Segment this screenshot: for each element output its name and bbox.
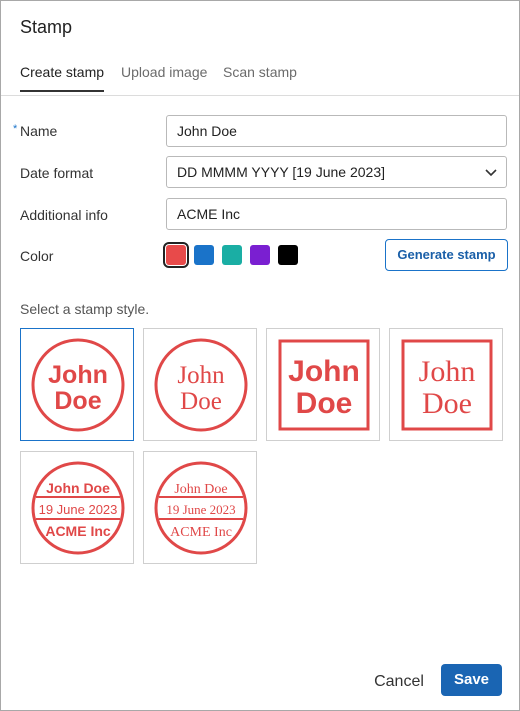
tab-scan-stamp[interactable]: Scan stamp bbox=[223, 64, 297, 90]
cancel-button[interactable]: Cancel bbox=[365, 668, 433, 696]
stamp-detailed-sans-graphic: John Doe 19 June 2023 ACME Inc bbox=[31, 461, 125, 555]
stamp-style-circle-serif[interactable]: John Doe bbox=[143, 328, 257, 441]
stamp-square-sans-graphic: John Doe bbox=[278, 339, 370, 431]
stamp-text-last: Doe bbox=[422, 387, 472, 420]
tab-bar: Create stamp Upload image Scan stamp bbox=[1, 56, 519, 96]
stamp-text-info: ACME Inc bbox=[45, 523, 111, 539]
stamp-style-hint: Select a stamp style. bbox=[20, 301, 150, 317]
stamp-text-first: John bbox=[177, 362, 225, 389]
stamp-style-square-serif[interactable]: John Doe bbox=[389, 328, 503, 441]
stamp-text-info: ACME Inc bbox=[170, 525, 232, 540]
stamp-square-serif-graphic: John Doe bbox=[401, 339, 493, 431]
stamp-text-last: Doe bbox=[296, 387, 353, 420]
additional-info-label: Additional info bbox=[20, 207, 108, 223]
stamp-text-first: John bbox=[48, 361, 108, 389]
date-format-value: DD MMMM YYYY [19 June 2023] bbox=[177, 164, 386, 180]
color-swatch-2[interactable] bbox=[222, 245, 242, 265]
stamp-style-detailed-sans[interactable]: John Doe 19 June 2023 ACME Inc bbox=[20, 451, 134, 564]
color-swatch-0[interactable] bbox=[163, 242, 189, 268]
stamp-text-last: Doe bbox=[54, 387, 101, 415]
stamp-text-date: 19 June 2023 bbox=[39, 502, 118, 517]
stamp-text-date: 19 June 2023 bbox=[166, 502, 235, 517]
color-label: Color bbox=[20, 248, 54, 264]
stamp-style-detailed-serif[interactable]: John Doe 19 June 2023 ACME Inc bbox=[143, 451, 257, 564]
name-label: Name bbox=[20, 123, 58, 139]
stamp-style-square-sans[interactable]: John Doe bbox=[266, 328, 380, 441]
date-format-label: Date format bbox=[20, 165, 94, 181]
stamp-dialog: Stamp Create stamp Upload image Scan sta… bbox=[0, 0, 520, 711]
dialog-title: Stamp bbox=[20, 17, 73, 37]
required-marker: * bbox=[13, 123, 18, 135]
stamp-circle-sans-graphic: John Doe bbox=[31, 338, 125, 432]
stamp-text-name: John Doe bbox=[174, 482, 227, 497]
stamp-text-first: John bbox=[419, 355, 476, 388]
color-swatch-1[interactable] bbox=[194, 245, 214, 265]
stamp-detailed-serif-graphic: John Doe 19 June 2023 ACME Inc bbox=[154, 461, 248, 555]
tab-upload-image[interactable]: Upload image bbox=[121, 64, 207, 90]
date-format-select[interactable]: DD MMMM YYYY [19 June 2023] bbox=[166, 156, 507, 188]
color-swatch-3[interactable] bbox=[250, 245, 270, 265]
tab-create-stamp[interactable]: Create stamp bbox=[20, 64, 105, 92]
stamp-text-first: John bbox=[288, 355, 360, 388]
name-input[interactable]: John Doe bbox=[166, 115, 507, 147]
color-swatch-4[interactable] bbox=[278, 245, 298, 265]
stamp-style-circle-sans[interactable]: John Doe bbox=[20, 328, 134, 441]
stamp-circle-serif-graphic: John Doe bbox=[154, 338, 248, 432]
additional-info-input[interactable]: ACME Inc bbox=[166, 198, 507, 230]
save-button[interactable]: Save bbox=[441, 664, 502, 696]
stamp-text-last: Doe bbox=[180, 388, 222, 415]
chevron-down-icon bbox=[485, 169, 497, 177]
stamp-text-name: John Doe bbox=[46, 480, 110, 496]
generate-stamp-button[interactable]: Generate stamp bbox=[385, 239, 508, 271]
